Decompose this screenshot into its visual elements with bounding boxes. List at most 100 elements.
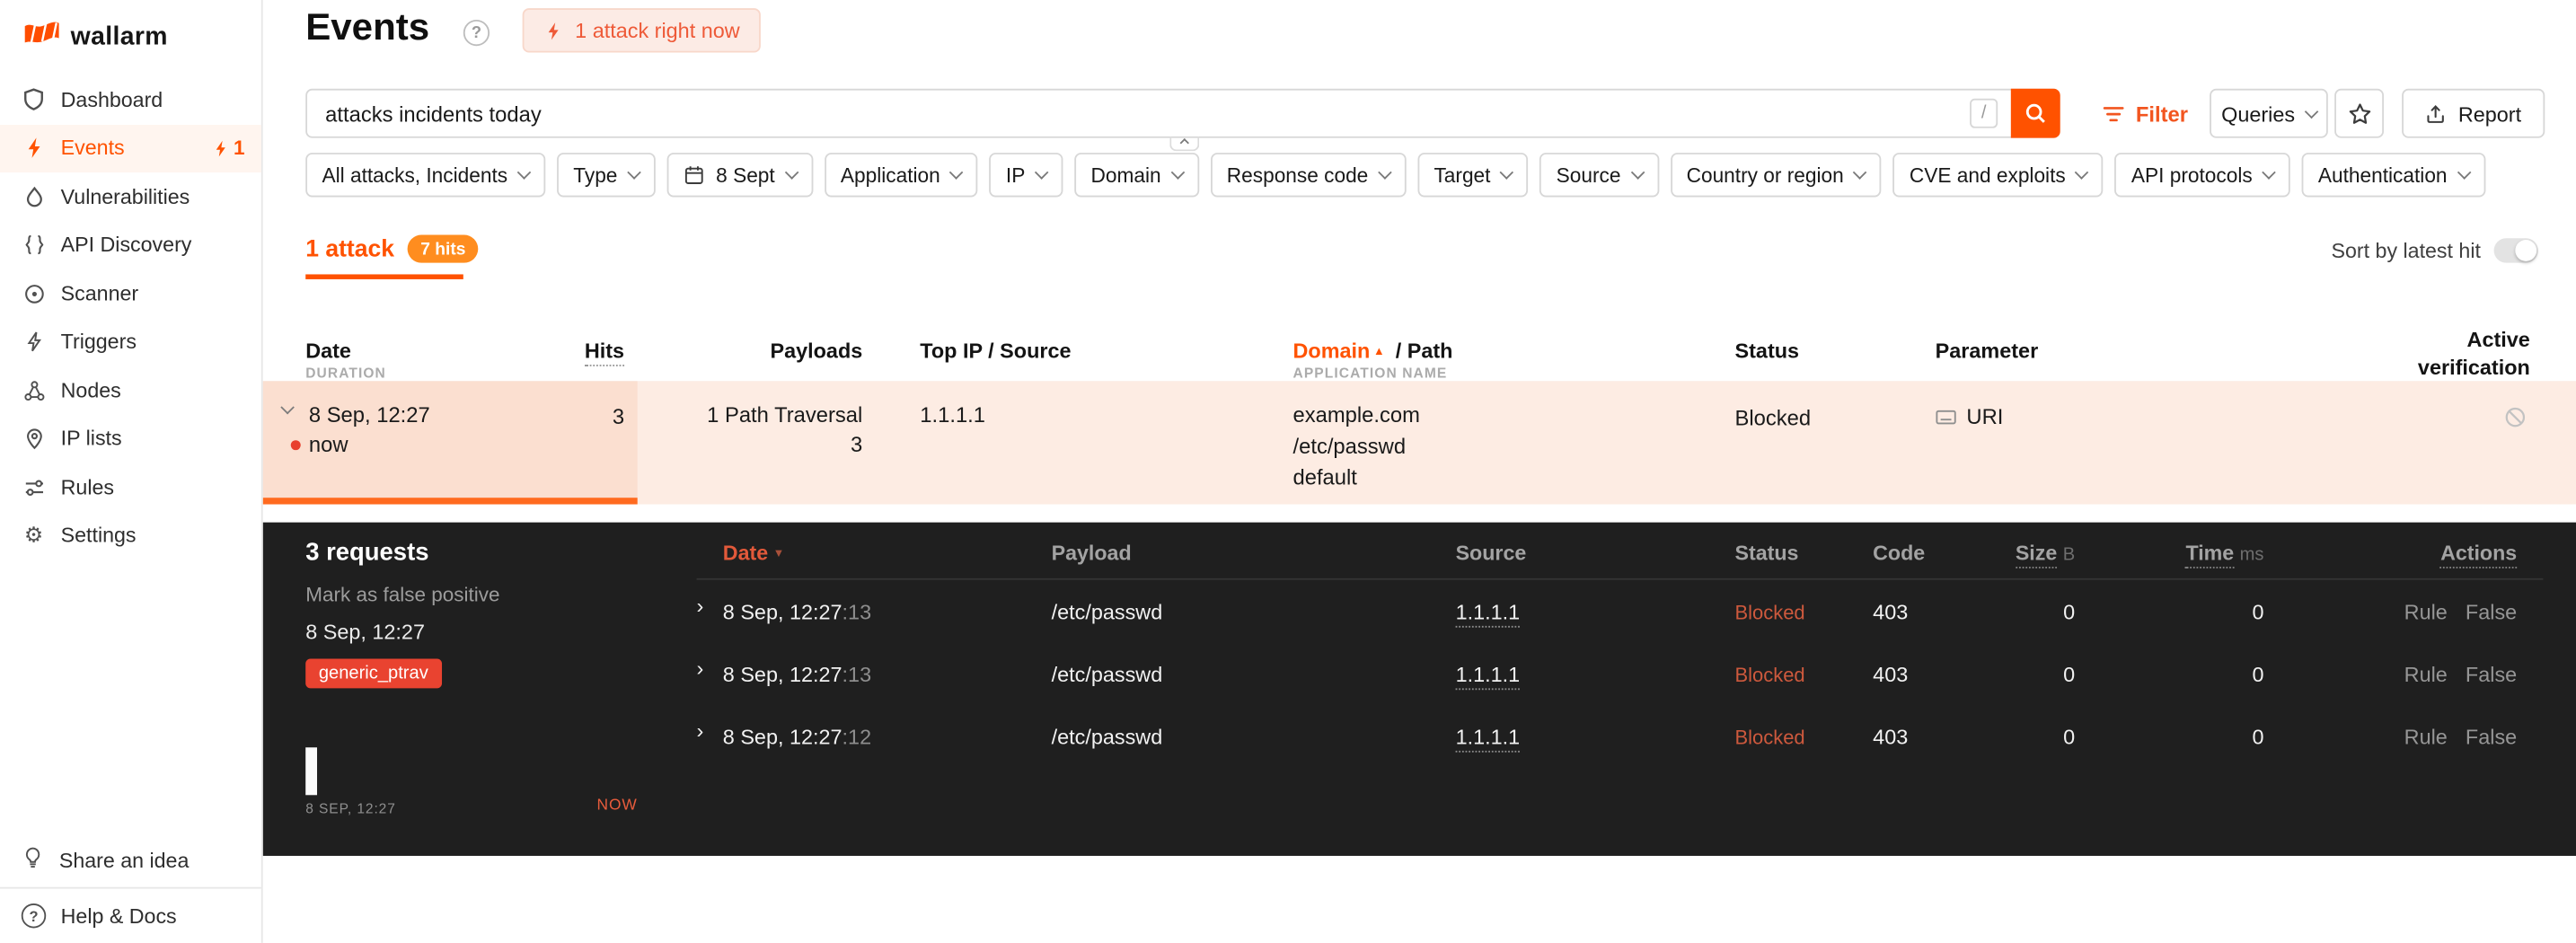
col-subheader-application: APPLICATION NAME: [1292, 365, 1448, 382]
gear-icon: ⚙: [23, 524, 44, 549]
search-input[interactable]: [307, 90, 2059, 137]
active-verification-icon[interactable]: [2504, 406, 2527, 434]
filter-chip-domain[interactable]: Domain: [1074, 153, 1199, 198]
chevron-right-icon[interactable]: ›: [697, 718, 704, 742]
sidebar-item-triggers[interactable]: Triggers: [0, 318, 261, 366]
request-size: 0: [2063, 599, 2076, 625]
chevron-right-icon[interactable]: ›: [697, 593, 704, 617]
share-idea-item[interactable]: Share an idea: [0, 833, 261, 886]
attack-row[interactable]: 8 Sep, 12:27 now 3 1 Path Traversal 3 1.…: [262, 381, 2576, 505]
sidebar-item-nodes[interactable]: Nodes: [0, 366, 261, 415]
detail-col-size[interactable]: Size B: [1972, 542, 2075, 568]
filter-chip-country[interactable]: Country or region: [1670, 153, 1882, 198]
favorite-button[interactable]: [2334, 88, 2385, 138]
request-time: 0: [2252, 662, 2264, 687]
sidebar-item-label: Triggers: [60, 330, 137, 354]
col-header-domain-path[interactable]: Domain ▲ / Path: [1293, 339, 1453, 363]
request-row[interactable]: › 8 Sep, 12:27:12 /etc/passwd 1.1.1.1 Bl…: [263, 705, 2576, 768]
filter-chip-date[interactable]: 8 Sept: [666, 153, 813, 198]
request-actions: Rule False: [2382, 600, 2518, 624]
slash-shortcut-hint: /: [1970, 98, 1998, 128]
live-dot-icon: [290, 440, 301, 451]
sliders-icon: [22, 475, 46, 499]
col-header-hits[interactable]: Hits: [509, 338, 625, 366]
false-link[interactable]: False: [2466, 600, 2517, 624]
wallarm-logo[interactable]: wallarm: [0, 0, 261, 67]
sidebar-item-settings[interactable]: ⚙ Settings: [0, 512, 261, 560]
attack-alert-badge[interactable]: 1 attack right now: [522, 8, 762, 53]
request-size: 0: [2063, 724, 2076, 750]
request-actions: Rule False: [2382, 725, 2518, 749]
sidebar-item-api-discovery[interactable]: API Discovery: [0, 221, 261, 269]
queries-dropdown[interactable]: Queries: [2210, 88, 2328, 138]
request-status: Blocked: [1734, 601, 1805, 625]
request-time: 0: [2252, 724, 2264, 750]
alert-text: 1 attack right now: [575, 18, 740, 43]
chevron-down-icon: [2304, 103, 2319, 119]
detail-col-date[interactable]: Date ▼: [723, 542, 784, 566]
chevron-down-icon: [2262, 165, 2276, 180]
rule-link[interactable]: Rule: [2404, 662, 2448, 686]
chevron-down-icon: [1170, 165, 1185, 180]
filter-chip-ip[interactable]: IP: [989, 153, 1063, 198]
sidebar-item-events[interactable]: Events 1: [0, 124, 261, 173]
sidebar-footer: Share an idea ? Help & Docs: [0, 833, 261, 943]
sidebar-nav: Dashboard Events 1 Vulnerabilities API D…: [0, 75, 261, 560]
request-row[interactable]: › 8 Sep, 12:27:13 /etc/passwd 1.1.1.1 Bl…: [263, 580, 2576, 643]
brand-name: wallarm: [70, 22, 168, 50]
filter-chip-source[interactable]: Source: [1539, 153, 1659, 198]
filter-chip-type[interactable]: Type: [556, 153, 656, 198]
col-header-parameter: Parameter: [1935, 338, 2039, 364]
help-docs-item[interactable]: ? Help & Docs: [0, 886, 261, 943]
filter-button[interactable]: Filter: [2093, 88, 2198, 138]
attack-parameter: URI: [1936, 404, 2003, 428]
sidebar-item-rules[interactable]: Rules: [0, 463, 261, 512]
hits-badge: 7 hits: [407, 234, 480, 263]
report-button[interactable]: Report: [2402, 88, 2545, 138]
sidebar-item-vulnerabilities[interactable]: Vulnerabilities: [0, 172, 261, 221]
detail-col-actions[interactable]: Actions: [2382, 542, 2518, 568]
request-row[interactable]: › 8 Sep, 12:27:13 /etc/passwd 1.1.1.1 Bl…: [263, 642, 2576, 705]
rule-link[interactable]: Rule: [2404, 725, 2448, 749]
request-source[interactable]: 1.1.1.1: [1455, 662, 1521, 691]
request-source[interactable]: 1.1.1.1: [1455, 725, 1521, 753]
sidebar-item-ip-lists[interactable]: IP lists: [0, 415, 261, 463]
attack-hits: 3: [612, 403, 625, 429]
filter-chip-api-protocols[interactable]: API protocols: [2114, 153, 2290, 198]
filter-chip-application[interactable]: Application: [824, 153, 978, 198]
filter-chip-attacks-incidents[interactable]: All attacks, Incidents: [305, 153, 546, 198]
export-icon: [2427, 104, 2445, 123]
false-link[interactable]: False: [2466, 725, 2517, 749]
request-date: 8 Sep, 12:27:13: [722, 599, 872, 625]
col-header-date[interactable]: Date: [305, 339, 351, 363]
chevron-right-icon[interactable]: ›: [697, 656, 704, 680]
request-actions: Rule False: [2382, 662, 2518, 686]
rule-link[interactable]: Rule: [2404, 600, 2448, 624]
requests-count: 3 requests: [305, 538, 429, 568]
sidebar-item-label: Vulnerabilities: [60, 185, 190, 208]
help-icon[interactable]: ?: [463, 19, 490, 47]
droplet-icon: [22, 184, 46, 208]
sidebar-item-label: API Discovery: [60, 234, 192, 257]
search-button[interactable]: [2010, 88, 2060, 138]
app-viewport: wallarm Dashboard Events 1 Vulnerabiliti…: [0, 0, 2576, 943]
lightning-icon: [22, 136, 46, 160]
false-link[interactable]: False: [2466, 662, 2517, 686]
chevron-down-icon: [1629, 165, 1645, 180]
collapse-search-tab[interactable]: [1169, 136, 1200, 152]
filter-chip-cve-exploits[interactable]: CVE and exploits: [1892, 153, 2104, 198]
sidebar-item-dashboard[interactable]: Dashboard: [0, 75, 261, 124]
filter-chip-authentication[interactable]: Authentication: [2301, 153, 2485, 198]
sidebar-item-scanner[interactable]: Scanner: [0, 269, 261, 318]
attack-path: /etc/passwd: [1292, 433, 1407, 459]
sort-toggle[interactable]: [2493, 238, 2538, 263]
filter-chip-response-code[interactable]: Response code: [1210, 153, 1407, 198]
detail-col-time[interactable]: Time ms: [2152, 542, 2263, 568]
sidebar-item-label: Dashboard: [60, 88, 163, 111]
filter-chip-target[interactable]: Target: [1417, 153, 1529, 198]
attacks-tab[interactable]: 1 attack 7 hits: [305, 234, 480, 263]
request-code: 403: [1873, 599, 1909, 625]
request-source[interactable]: 1.1.1.1: [1455, 600, 1521, 628]
attack-status-badge: Blocked: [1734, 405, 1812, 431]
bulb-icon: [22, 846, 45, 874]
